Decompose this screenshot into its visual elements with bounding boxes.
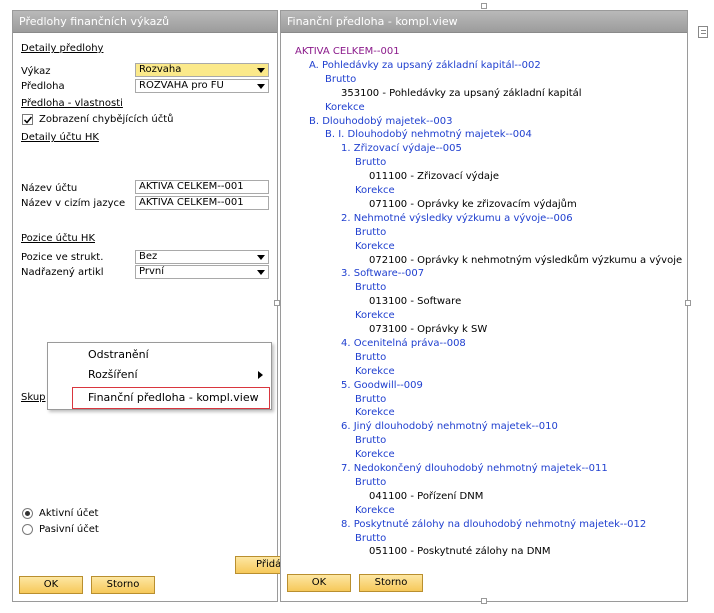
parent-item-dropdown[interactable]: První [135,265,269,279]
tree-node-row[interactable]: Brutto [355,434,386,448]
chevron-down-icon [257,68,265,73]
tree-node-row[interactable]: Brutto [355,156,386,170]
financial-template-view-window: Finanční předloha - kompl.view AKTIVA CE… [280,10,688,602]
active-account-radio[interactable] [22,508,33,519]
menu-item-expand[interactable]: Rozšíření [48,365,271,385]
financial-template-tree: AKTIVA CELKEM--001 A. Pohledávky za upsan… [281,11,687,601]
menu-item-remove[interactable]: Odstranění [48,345,271,365]
passive-account-label: Pasivní účet [39,524,99,535]
menu-item-financial-template-view[interactable]: Finanční předloha - kompl.view [72,387,270,409]
cancel-button[interactable]: Storno [91,576,155,594]
chevron-down-icon [257,270,265,275]
report-dropdown[interactable]: Rozvaha [135,63,269,77]
tree-account-row[interactable]: 072100 - Oprávky k nehmotným výsledkům v… [369,254,682,268]
foreign-name-label: Název v cizím jazyce [21,198,126,209]
tree-node-row[interactable]: Korekce [355,184,395,198]
checkmark-icon [23,116,33,124]
passive-account-radio[interactable] [22,524,33,535]
structure-position-dropdown[interactable]: Bez [135,250,269,264]
tree-node-row[interactable]: 7. Nedokončený dlouhodobý nehmotný majet… [341,462,608,476]
foreign-name-field[interactable]: AKTIVA CELKEM--001 [135,196,269,210]
view-ok-button[interactable]: OK [287,574,351,592]
add-button[interactable]: Přidá [235,556,285,574]
tree-account-row[interactable]: 353100 - Pohledávky za upsaný základní k… [341,87,582,101]
parent-item-value: První [139,266,164,277]
tree-node-row[interactable]: 5. Goodwill--009 [341,379,423,393]
tree-account-row[interactable]: 011100 - Zřizovací výdaje [369,170,499,184]
account-name-label: Název účtu [21,183,78,194]
tree-node-row[interactable]: Brutto [355,393,386,407]
template-value: ROZVAHA pro FÚ [139,80,224,91]
financial-templates-window: Předlohy finančních výkazů Detaily předl… [12,10,285,602]
financial-templates-title: Předlohy finančních výkazů [13,11,277,33]
tree-account-row[interactable]: 073100 - Oprávky k SW [369,323,487,337]
tree-account-row[interactable]: 041100 - Pořízení DNM [369,490,483,504]
menu-item-financial-template-view-label: Finanční předloha - kompl.view [88,391,259,404]
parent-item-label: Nadřazený artikl [21,267,104,278]
tree-node-row[interactable]: 1. Zřizovací výdaje--005 [341,142,462,156]
report-label: Výkaz [21,66,51,77]
tree-node-row[interactable]: Korekce [355,406,395,420]
template-label: Předloha [21,81,65,92]
view-cancel-button[interactable]: Storno [359,574,423,592]
tree-account-row[interactable]: 013100 - Software [369,295,461,309]
structure-position-value: Bez [139,251,158,262]
tree-node-row[interactable]: Brutto [355,532,386,546]
tree-node-row[interactable]: B. Dlouhodobý majetek--003 [309,115,453,129]
tree-node-row[interactable]: Brutto [355,476,386,490]
tree-node-row[interactable]: Brutto [355,281,386,295]
tree-node-row[interactable]: Brutto [355,226,386,240]
resize-handle[interactable] [481,3,487,9]
show-missing-accounts-checkbox[interactable] [22,114,33,125]
resize-handle[interactable] [685,300,691,306]
active-account-label: Aktivní účet [39,508,99,519]
tree-node-row[interactable]: Korekce [355,240,395,254]
context-menu: Odstranění Rozšíření Finanční předloha -… [47,342,272,410]
resize-handle[interactable] [481,598,487,604]
document-icon[interactable] [698,26,708,38]
tree-node-row[interactable]: 8. Poskytnuté zálohy na dlouhodobý nehmo… [341,518,646,532]
menu-item-remove-label: Odstranění [88,348,149,361]
radio-dot-icon [25,511,30,516]
group-link[interactable]: Skup [21,392,46,403]
chevron-down-icon [257,255,265,260]
tree-account-row[interactable]: 071100 - Oprávky ke zřizovacím výdajům [369,198,577,212]
tree-node-row[interactable]: Korekce [355,309,395,323]
template-dropdown[interactable]: ROZVAHA pro FÚ [135,79,269,93]
structure-position-label: Pozice ve strukt. [21,252,104,263]
tree-account-row[interactable]: 051100 - Poskytnuté zálohy na DNM [369,545,551,559]
tree-node-row[interactable]: 2. Nehmotné výsledky výzkumu a vývoje--0… [341,212,573,226]
show-missing-accounts-label: Zobrazení chybějících účtů [39,114,174,125]
tree-root-row[interactable]: AKTIVA CELKEM--001 [295,45,400,59]
gl-account-details-link[interactable]: Detaily účtu HK [21,132,99,143]
tree-node-row[interactable]: Korekce [325,101,365,115]
tree-node-row[interactable]: Korekce [355,504,395,518]
tree-node-row[interactable]: Korekce [355,365,395,379]
tree-node-row[interactable]: 4. Ocenitelná práva--008 [341,337,466,351]
report-value: Rozvaha [139,64,182,75]
gl-account-position-link[interactable]: Pozice účtu HK [21,233,95,244]
template-properties-link[interactable]: Předloha - vlastnosti [21,98,123,109]
chevron-down-icon [257,84,265,89]
tree-node-row[interactable]: B. I. Dlouhodobý nehmotný majetek--004 [325,128,532,142]
tree-node-row[interactable]: Korekce [355,448,395,462]
ok-button[interactable]: OK [19,576,83,594]
account-name-field[interactable]: AKTIVA CELKEM--001 [135,180,269,194]
tree-node-row[interactable]: Brutto [325,73,356,87]
submenu-arrow-icon [258,371,263,379]
menu-item-expand-label: Rozšíření [88,368,138,381]
tree-node-row[interactable]: 6. Jiný dlouhodobý nehmotný majetek--010 [341,420,558,434]
template-details-link[interactable]: Detaily předlohy [21,43,103,54]
resize-handle[interactable] [274,300,280,306]
tree-node-row[interactable]: 3. Software--007 [341,267,424,281]
tree-node-row[interactable]: Brutto [355,351,386,365]
tree-node-row[interactable]: A. Pohledávky za upsaný základní kapitál… [309,59,541,73]
